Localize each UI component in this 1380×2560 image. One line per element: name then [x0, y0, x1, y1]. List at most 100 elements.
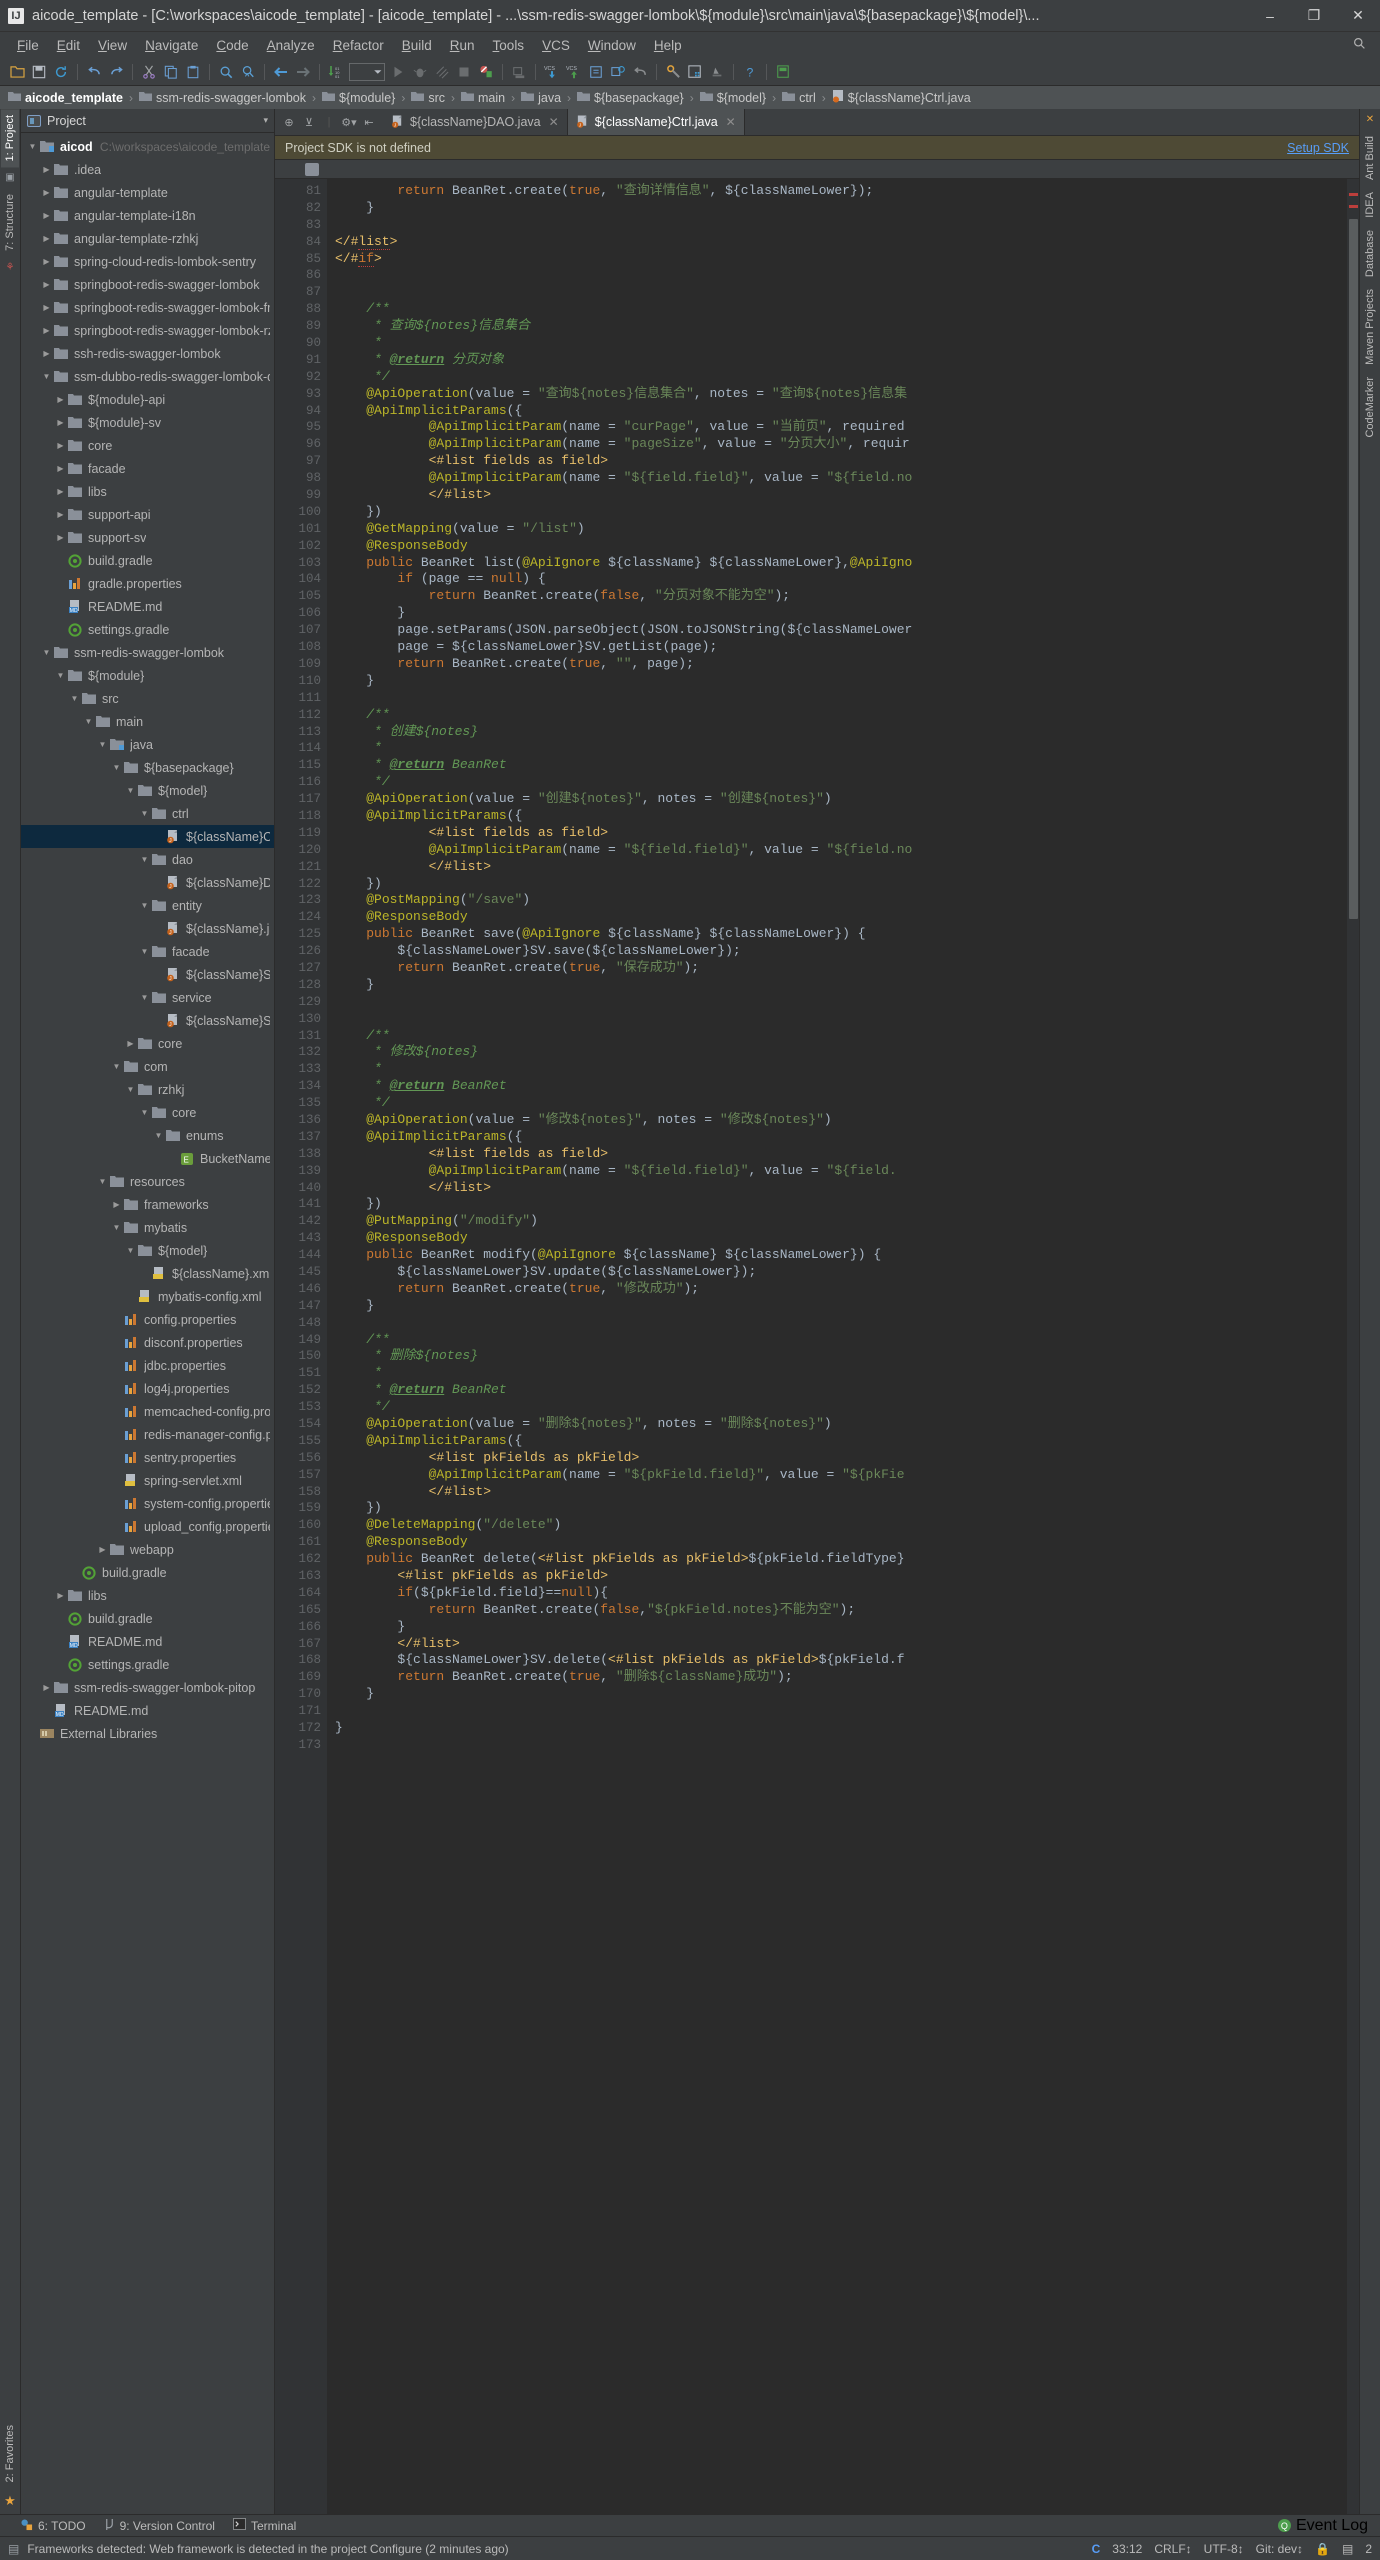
caret-position[interactable]: 33:12 — [1112, 2542, 1142, 2556]
chevron-down-icon[interactable]: ▼ — [111, 1223, 122, 1232]
tree-node[interactable]: ▶ core — [21, 1032, 274, 1055]
breadcrumb-item-9[interactable]: ${className}Ctrl.java — [832, 89, 971, 106]
editor-vertical-scrollbar[interactable] — [1347, 179, 1359, 2514]
right-tab-idea[interactable]: IDEA — [1361, 186, 1379, 224]
tree-node[interactable]: build.gradle — [21, 549, 274, 572]
tree-node[interactable]: MD README.md — [21, 1699, 274, 1722]
chevron-right-icon[interactable]: ▶ — [55, 418, 66, 427]
memory-icon[interactable]: ▤ — [1342, 2542, 1353, 2556]
tree-node[interactable]: jdbc.properties — [21, 1354, 274, 1377]
menu-item-help[interactable]: Help — [645, 36, 691, 55]
tree-node[interactable]: disconf.properties — [21, 1331, 274, 1354]
tree-node[interactable]: upload_config.properties — [21, 1515, 274, 1538]
chevron-right-icon[interactable]: ▶ — [55, 464, 66, 473]
chevron-down-icon[interactable]: ▼ — [41, 372, 52, 381]
tree-node[interactable]: ▼ enums — [21, 1124, 274, 1147]
menu-item-edit[interactable]: Edit — [48, 36, 89, 55]
tree-node[interactable]: mybatis-config.xml — [21, 1285, 274, 1308]
menu-item-view[interactable]: View — [89, 36, 136, 55]
tree-node[interactable]: J ${className}.java — [21, 917, 274, 940]
tree-node[interactable]: ▶ ${module}-sv — [21, 411, 274, 434]
tree-node[interactable]: J ${className}SVImpl.java — [21, 1009, 274, 1032]
right-tab-maven-projects[interactable]: Maven Projects — [1361, 283, 1379, 371]
error-marker-strip[interactable] — [1347, 179, 1359, 2514]
compile-icon[interactable]: 01 10 01 — [325, 61, 347, 83]
replace-icon[interactable] — [237, 61, 259, 83]
chevron-down-icon[interactable]: ▼ — [41, 648, 52, 657]
menu-item-navigate[interactable]: Navigate — [136, 36, 207, 55]
sync-icon[interactable] — [50, 61, 72, 83]
vcs-updateproject-icon[interactable] — [607, 61, 629, 83]
right-tab-codemarker[interactable]: CodeMarker — [1361, 371, 1379, 444]
save-all-icon[interactable] — [28, 61, 50, 83]
cut-icon[interactable] — [138, 61, 160, 83]
breadcrumb-item-7[interactable]: ${model} — [699, 91, 766, 105]
tree-node[interactable]: ▶ support-sv — [21, 526, 274, 549]
tree-node[interactable]: ▶ facade — [21, 457, 274, 480]
right-tab-ant-build[interactable]: Ant Build — [1361, 130, 1379, 186]
project-small-icon[interactable]: ▣ — [5, 172, 14, 183]
tree-node[interactable]: ▼ ${model} — [21, 1239, 274, 1262]
tree-node[interactable]: ▶ core — [21, 434, 274, 457]
vcs-history-icon[interactable] — [585, 61, 607, 83]
chevron-right-icon[interactable]: ▶ — [55, 1591, 66, 1600]
menu-item-build[interactable]: Build — [393, 36, 441, 55]
close-button[interactable]: ✕ — [1336, 0, 1380, 32]
run-configuration-dropdown[interactable] — [347, 61, 387, 83]
redo-icon[interactable] — [105, 61, 127, 83]
menu-item-file[interactable]: File — [8, 36, 48, 55]
editor-tab-0[interactable]: J ${className}DAO.java ✕ — [383, 109, 568, 135]
copy-icon[interactable] — [160, 61, 182, 83]
chevron-down-icon[interactable]: ▼ — [139, 993, 150, 1002]
tree-node[interactable]: ▼ ${module} — [21, 664, 274, 687]
tree-node[interactable]: gradle.properties — [21, 572, 274, 595]
tree-node[interactable]: ▼ java — [21, 733, 274, 756]
chevron-right-icon[interactable]: ▶ — [41, 1683, 52, 1692]
sidebar-tab-project[interactable]: 1: Project — [1, 109, 19, 168]
breadcrumb-item-5[interactable]: java — [521, 91, 561, 105]
chevron-down-icon[interactable]: ▼ — [111, 763, 122, 772]
chevron-right-icon[interactable]: ▶ — [41, 326, 52, 335]
breadcrumb-item-0[interactable]: aicode_template — [8, 91, 123, 105]
tree-node[interactable]: ▼ aicode_template C:\workspaces\aicode_tem… — [21, 135, 274, 158]
hide-icon[interactable]: ⇤ — [359, 112, 379, 132]
tree-node[interactable]: ▶ angular-template-rzhkj — [21, 227, 274, 250]
chevron-right-icon[interactable]: ▶ — [55, 510, 66, 519]
gear-icon[interactable]: ⚙▾ — [339, 112, 359, 132]
open-project-icon[interactable] — [6, 61, 28, 83]
breadcrumb-item-8[interactable]: ctrl — [782, 91, 816, 105]
tree-node[interactable]: config.properties — [21, 1308, 274, 1331]
tree-node[interactable]: ▼ ssm-redis-swagger-lombok — [21, 641, 274, 664]
tree-node[interactable]: ▶ springboot-redis-swagger-lombok-fronten… — [21, 296, 274, 319]
structure-small-icon[interactable]: ⚘ — [6, 262, 15, 273]
chevron-down-icon[interactable]: ▼ — [27, 142, 38, 151]
chevron-down-icon[interactable]: ▼ — [69, 694, 80, 703]
tree-node[interactable]: ▶ springboot-redis-swagger-lombok — [21, 273, 274, 296]
chevron-down-icon[interactable]: ▼ — [139, 947, 150, 956]
tree-node[interactable]: ▶ frameworks — [21, 1193, 274, 1216]
favorites-star-icon[interactable]: ★ — [4, 2493, 16, 2509]
tree-node[interactable]: ▼ resources — [21, 1170, 274, 1193]
tree-node[interactable]: ▼ entity — [21, 894, 274, 917]
chevron-right-icon[interactable]: ▶ — [55, 533, 66, 542]
bottom-tool-terminal[interactable]: Terminal — [233, 2518, 296, 2533]
tree-node[interactable]: log4j.properties — [21, 1377, 274, 1400]
tree-node[interactable]: MD README.md — [21, 1630, 274, 1653]
sidebar-tab-favorites[interactable]: 2: Favorites — [1, 2419, 19, 2488]
undo-icon[interactable] — [83, 61, 105, 83]
back-icon[interactable] — [270, 61, 292, 83]
tree-node[interactable]: ${className}.xml — [21, 1262, 274, 1285]
tree-node[interactable]: system-config.properties — [21, 1492, 274, 1515]
tree-node[interactable]: E BucketNameEnum.java — [21, 1147, 274, 1170]
close-icon[interactable]: ✕ — [549, 115, 559, 129]
stop-icon[interactable] — [453, 61, 475, 83]
chevron-down-icon[interactable]: ▼ — [97, 740, 108, 749]
maximize-button[interactable]: ❐ — [1292, 0, 1336, 32]
tree-node[interactable]: ▶ spring-cloud-redis-lombok-sentry — [21, 250, 274, 273]
chevron-right-icon[interactable]: ▶ — [55, 441, 66, 450]
run-icon[interactable] — [387, 61, 409, 83]
breadcrumb-item-2[interactable]: ${module} — [322, 91, 395, 105]
tree-node[interactable]: ▼ src — [21, 687, 274, 710]
attach-debugger-icon[interactable] — [508, 61, 530, 83]
vcs-commit-icon[interactable]: VCS — [563, 61, 585, 83]
